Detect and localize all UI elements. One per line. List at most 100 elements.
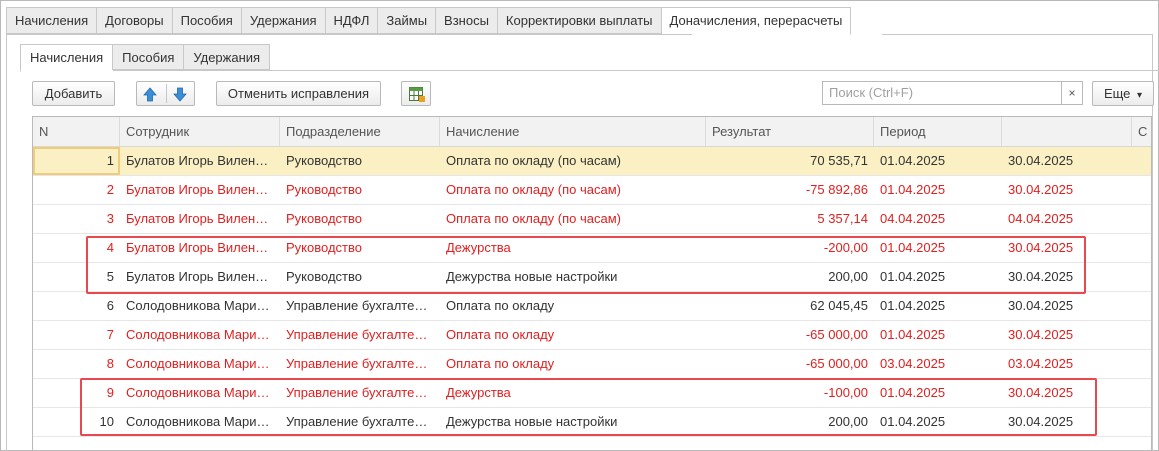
clear-search-button[interactable]: × bbox=[1061, 81, 1083, 105]
column-header-department[interactable]: Подразделение bbox=[280, 117, 440, 146]
cell-result[interactable]: 200,00 bbox=[706, 263, 874, 291]
cell-n[interactable]: 10 bbox=[33, 408, 120, 436]
table-row[interactable]: 3 Булатов Игорь Вилен… Руководство Оплата п… bbox=[33, 205, 1151, 234]
cell-period-end[interactable]: 03.04.2025 bbox=[1002, 350, 1132, 378]
cell-period-end[interactable]: 30.04.2025 bbox=[1002, 321, 1132, 349]
cell-department[interactable]: Управление бухгалте… bbox=[280, 379, 440, 407]
table-row[interactable]: 8 Солодовникова Мари… Управление бухгалте…… bbox=[33, 350, 1151, 379]
column-header-employee[interactable]: Сотрудник bbox=[120, 117, 280, 146]
cell-department[interactable]: Руководство bbox=[280, 205, 440, 233]
cell-result[interactable]: -100,00 bbox=[706, 379, 874, 407]
cell-period-start[interactable]: 01.04.2025 bbox=[874, 234, 1002, 262]
column-header-extra[interactable]: С bbox=[1132, 117, 1151, 146]
cell-period-start[interactable]: 04.04.2025 bbox=[874, 205, 1002, 233]
cell-accrual[interactable]: Оплата по окладу bbox=[440, 321, 706, 349]
cell-accrual[interactable]: Оплата по окладу bbox=[440, 292, 706, 320]
cell-employee[interactable]: Булатов Игорь Вилен… bbox=[120, 263, 280, 291]
cell-department[interactable]: Управление бухгалте… bbox=[280, 350, 440, 378]
table-row[interactable]: 7 Солодовникова Мари… Управление бухгалте…… bbox=[33, 321, 1151, 350]
cell-accrual[interactable]: Дежурства bbox=[440, 379, 706, 407]
cell-accrual[interactable]: Дежурства новые настройки bbox=[440, 408, 706, 436]
table-row[interactable]: 6 Солодовникова Мари… Управление бухгалте…… bbox=[33, 292, 1151, 321]
cell-period-end[interactable]: 30.04.2025 bbox=[1002, 292, 1132, 320]
cell-employee[interactable]: Булатов Игорь Вилен… bbox=[120, 176, 280, 204]
subtab-accruals[interactable]: Начисления bbox=[20, 44, 113, 72]
tab-contributions[interactable]: Взносы bbox=[435, 7, 497, 34]
column-header-accrual[interactable]: Начисление bbox=[440, 117, 706, 146]
cell-accrual[interactable]: Оплата по окладу bbox=[440, 350, 706, 378]
cell-period-end[interactable]: 30.04.2025 bbox=[1002, 379, 1132, 407]
cell-period-start[interactable]: 01.04.2025 bbox=[874, 176, 1002, 204]
cell-period-start[interactable]: 01.04.2025 bbox=[874, 408, 1002, 436]
cell-n[interactable]: 9 bbox=[33, 379, 120, 407]
cell-period-start[interactable]: 01.04.2025 bbox=[874, 147, 1002, 175]
tab-loans[interactable]: Займы bbox=[377, 7, 436, 34]
column-header-period-end[interactable] bbox=[1002, 117, 1132, 146]
cell-n[interactable]: 4 bbox=[33, 234, 120, 262]
subtab-benefits[interactable]: Пособия bbox=[112, 44, 184, 70]
cancel-corrections-button[interactable]: Отменить исправления bbox=[216, 81, 381, 106]
table-row[interactable]: 1 Булатов Игорь Вилен… Руководство Оплата п… bbox=[33, 147, 1151, 176]
tab-deductions[interactable]: Удержания bbox=[240, 7, 325, 34]
cell-period-end[interactable]: 30.04.2025 bbox=[1002, 408, 1132, 436]
cell-employee[interactable]: Булатов Игорь Вилен… bbox=[120, 234, 280, 262]
cell-accrual[interactable]: Оплата по окладу (по часам) bbox=[440, 176, 706, 204]
table-row[interactable]: 4 Булатов Игорь Вилен… Руководство Дежурств… bbox=[33, 234, 1151, 263]
cell-accrual[interactable]: Оплата по окладу (по часам) bbox=[440, 205, 706, 233]
cell-period-end[interactable]: 30.04.2025 bbox=[1002, 176, 1132, 204]
cell-department[interactable]: Руководство bbox=[280, 176, 440, 204]
tab-recalculations[interactable]: Доначисления, перерасчеты bbox=[660, 7, 852, 35]
cell-result[interactable]: 5 357,14 bbox=[706, 205, 874, 233]
table-settings-button[interactable] bbox=[401, 81, 431, 106]
cell-employee[interactable]: Солодовникова Мари… bbox=[120, 379, 280, 407]
more-button[interactable]: Еще ▾ bbox=[1092, 81, 1154, 106]
cell-employee[interactable]: Булатов Игорь Вилен… bbox=[120, 147, 280, 175]
cell-period-start[interactable]: 03.04.2025 bbox=[874, 350, 1002, 378]
tab-ndfl[interactable]: НДФЛ bbox=[324, 7, 378, 34]
arrow-down-icon[interactable] bbox=[173, 86, 187, 102]
cell-period-end[interactable]: 30.04.2025 bbox=[1002, 147, 1132, 175]
search-input[interactable]: Поиск (Ctrl+F) bbox=[822, 81, 1062, 105]
column-header-n[interactable]: N bbox=[33, 117, 120, 146]
cell-period-start[interactable]: 01.04.2025 bbox=[874, 263, 1002, 291]
cell-result[interactable]: 70 535,71 bbox=[706, 147, 874, 175]
cell-period-end[interactable]: 30.04.2025 bbox=[1002, 234, 1132, 262]
cell-result[interactable]: 62 045,45 bbox=[706, 292, 874, 320]
cell-department[interactable]: Управление бухгалте… bbox=[280, 321, 440, 349]
cell-employee[interactable]: Солодовникова Мари… bbox=[120, 408, 280, 436]
cell-employee[interactable]: Солодовникова Мари… bbox=[120, 292, 280, 320]
column-header-result[interactable]: Результат bbox=[706, 117, 874, 146]
tab-contracts[interactable]: Договоры bbox=[96, 7, 172, 34]
cell-period-end[interactable]: 04.04.2025 bbox=[1002, 205, 1132, 233]
cell-employee[interactable]: Булатов Игорь Вилен… bbox=[120, 205, 280, 233]
cell-department[interactable]: Управление бухгалте… bbox=[280, 292, 440, 320]
tab-payment-corrections[interactable]: Корректировки выплаты bbox=[496, 7, 661, 34]
add-button[interactable]: Добавить bbox=[32, 81, 115, 106]
cell-result[interactable]: 200,00 bbox=[706, 408, 874, 436]
cell-period-start[interactable]: 01.04.2025 bbox=[874, 321, 1002, 349]
data-table[interactable]: N Сотрудник Подразделение Начисление Рез… bbox=[32, 116, 1152, 450]
cell-result[interactable]: -75 892,86 bbox=[706, 176, 874, 204]
cell-n[interactable]: 5 bbox=[33, 263, 120, 291]
cell-department[interactable]: Руководство bbox=[280, 263, 440, 291]
cell-result[interactable]: -200,00 bbox=[706, 234, 874, 262]
cell-n[interactable]: 2 bbox=[33, 176, 120, 204]
cell-department[interactable]: Руководство bbox=[280, 234, 440, 262]
cell-period-end[interactable]: 30.04.2025 bbox=[1002, 263, 1132, 291]
cell-period-start[interactable]: 01.04.2025 bbox=[874, 379, 1002, 407]
cell-result[interactable]: -65 000,00 bbox=[706, 321, 874, 349]
cell-accrual[interactable]: Дежурства bbox=[440, 234, 706, 262]
cell-n[interactable]: 3 bbox=[33, 205, 120, 233]
cell-department[interactable]: Управление бухгалте… bbox=[280, 408, 440, 436]
cell-n[interactable]: 8 bbox=[33, 350, 120, 378]
cell-n[interactable]: 7 bbox=[33, 321, 120, 349]
cell-period-start[interactable]: 01.04.2025 bbox=[874, 292, 1002, 320]
table-row[interactable]: 9 Солодовникова Мари… Управление бухгалте…… bbox=[33, 379, 1151, 408]
arrow-up-icon[interactable] bbox=[143, 86, 157, 102]
tab-accruals[interactable]: Начисления bbox=[6, 7, 97, 34]
cell-department[interactable]: Руководство bbox=[280, 147, 440, 175]
cell-employee[interactable]: Солодовникова Мари… bbox=[120, 350, 280, 378]
column-header-period[interactable]: Период bbox=[874, 117, 1002, 146]
table-row[interactable]: 5 Булатов Игорь Вилен… Руководство Дежурств… bbox=[33, 263, 1151, 292]
cell-n[interactable]: 6 bbox=[33, 292, 120, 320]
